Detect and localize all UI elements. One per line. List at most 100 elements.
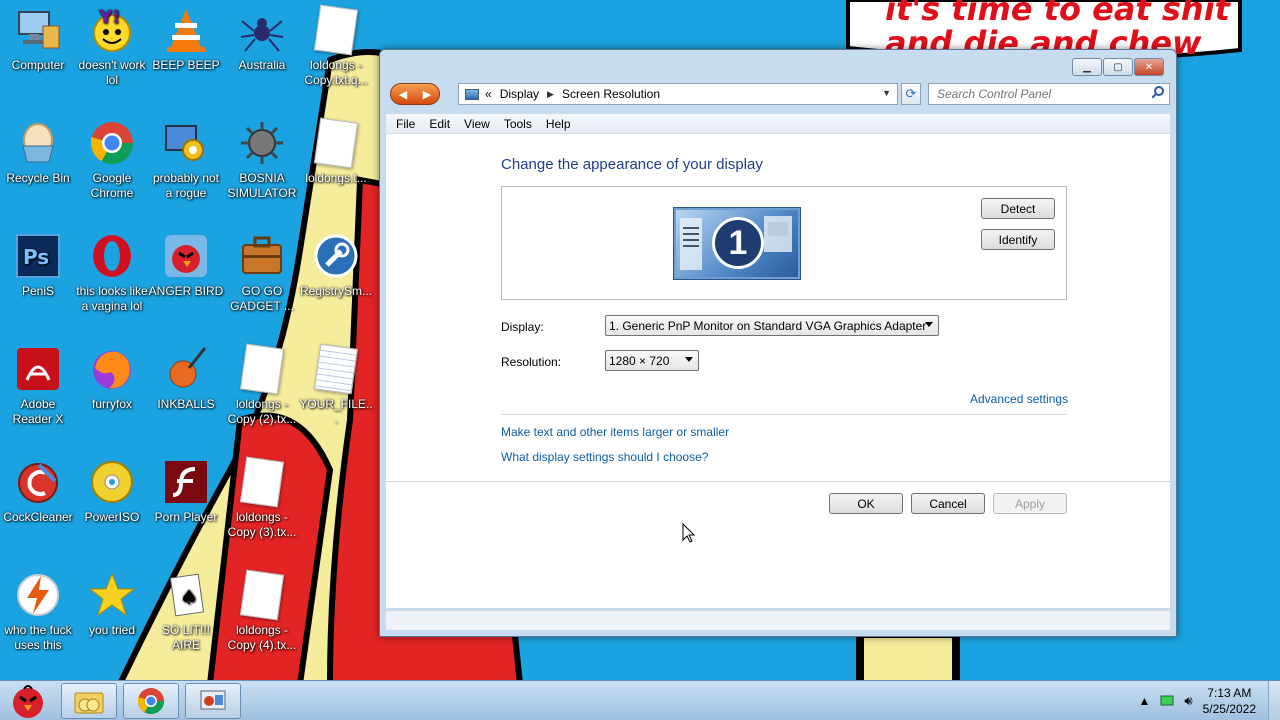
desktop-icon-label: loldongs - Copy (4).tx... [227, 623, 297, 652]
desktop-icon-so-lit[interactable]: ♠ SO LIT!!! AIRE [148, 571, 224, 653]
status-bar [386, 610, 1170, 630]
desktop-icon-your-file[interactable]: YOUR_FILE... [298, 343, 374, 427]
display-arrangement-box: 1 Detect Identify [501, 186, 1067, 300]
desktop-icon-yahoo[interactable]: Y! doesn't work lol [74, 6, 150, 88]
advanced-settings-link[interactable]: Advanced settings [970, 392, 1068, 406]
desktop-icon-adobe-reader[interactable]: Adobe Reader X [0, 345, 76, 427]
svg-text:Ps: Ps [23, 245, 49, 269]
desktop-icon-rogue[interactable]: probably not a rogue [148, 119, 224, 201]
disc-icon [88, 458, 136, 506]
svg-text:Y!: Y! [98, 7, 120, 28]
chevron-down-icon [685, 357, 693, 362]
breadcrumb-prefix[interactable]: « [485, 87, 492, 101]
desktop-icon-australia[interactable]: Australia [224, 6, 300, 73]
breadcrumb-display[interactable]: Display [500, 87, 539, 101]
identify-button[interactable]: Identify [981, 229, 1055, 250]
search-input[interactable] [928, 83, 1170, 105]
desktop-icon-anger-bird[interactable]: ANGER BIRD [148, 232, 224, 299]
desktop-icon-label: Adobe Reader X [12, 397, 64, 426]
desktop-icon-txt-file[interactable]: loldongs - Copy (4).tx... [224, 569, 300, 653]
search-icon[interactable] [1152, 86, 1164, 98]
text-document-icon [312, 117, 360, 169]
angry-bird-icon [162, 232, 210, 280]
breadcrumb-screen-resolution[interactable]: Screen Resolution [562, 87, 660, 101]
address-bar[interactable]: « Display ▶ Screen Resolution ▼ [458, 83, 898, 105]
ccleaner-icon [14, 458, 62, 506]
menu-file[interactable]: File [396, 117, 415, 131]
back-arrow-icon[interactable]: ◀ [399, 88, 407, 101]
desktop-icon-furryfox[interactable]: furryfox [74, 345, 150, 412]
display-select[interactable]: 1. Generic PnP Monitor on Standard VGA G… [605, 315, 939, 336]
start-button[interactable] [2, 682, 54, 720]
gear-monitor-icon [162, 119, 210, 167]
taskbar-control-panel[interactable] [185, 683, 241, 719]
flash-player-icon [162, 458, 210, 506]
chevron-down-icon [925, 322, 933, 327]
maximize-button[interactable]: ▢ [1103, 58, 1133, 76]
network-icon[interactable] [1160, 695, 1174, 707]
menu-tools[interactable]: Tools [504, 117, 532, 131]
ok-button[interactable]: OK [829, 493, 903, 514]
desktop-icon-label: loldongs - Copy.txt.q... [304, 58, 368, 87]
taskbar-google-chrome[interactable] [123, 683, 179, 719]
desktop-icon-cockcleaner[interactable]: CockCleaner [0, 458, 76, 525]
desktop-icon-opera[interactable]: this looks like a vagina lol [74, 232, 150, 314]
menu-view[interactable]: View [464, 117, 490, 131]
resolution-select-value: 1280 × 720 [609, 353, 670, 368]
clock[interactable]: 7:13 AM 5/25/2022 [1203, 685, 1256, 717]
desktop-icon-label: loldongs - Copy (2).tx... [227, 397, 297, 426]
window-icon [764, 216, 792, 252]
desktop-icon-label: PeniS [21, 284, 55, 298]
minimize-button[interactable]: ▁ [1072, 58, 1102, 76]
show-hidden-icons-icon[interactable]: ▲ [1139, 694, 1151, 708]
clock-time: 7:13 AM [1207, 686, 1252, 700]
desktop-icon-porn-player[interactable]: Porn Player [148, 458, 224, 525]
desktop-icon-vlc[interactable]: BEEP BEEP [148, 6, 224, 73]
desktop-icon-who-uses-this[interactable]: who the fuck uses this [0, 571, 76, 653]
refresh-icon: ⟳ [905, 86, 917, 101]
show-desktop-button[interactable] [1268, 681, 1280, 720]
close-icon: ✕ [1144, 61, 1154, 73]
desktop-icon-you-tried[interactable]: you tried [74, 571, 150, 638]
desktop-icon-txt-file[interactable]: loldongs - Copy.txt.q... [298, 4, 374, 88]
close-button[interactable]: ✕ [1134, 58, 1164, 76]
desktop-icon-go-go-gadget[interactable]: GO GO GADGET ... [224, 232, 300, 314]
desktop-icon-txt-file[interactable]: loldongs - Copy (2).tx... [224, 343, 300, 427]
taskbar: ▲ 🔊︎ 7:13 AM 5/25/2022 [0, 680, 1280, 720]
volume-icon[interactable]: 🔊︎ [1184, 693, 1192, 709]
desktop-icon-google-chrome[interactable]: Google Chrome [74, 119, 150, 201]
menu-edit[interactable]: Edit [429, 117, 450, 131]
text-size-link[interactable]: Make text and other items larger or smal… [501, 425, 729, 439]
desktop-icon-inkballs[interactable]: INKBALLS [148, 345, 224, 412]
apply-button[interactable]: Apply [993, 493, 1067, 514]
desktop-icon-txt-file[interactable]: loldongs - Copy (3).tx... [224, 456, 300, 540]
address-dropdown-icon[interactable]: ▼ [882, 88, 891, 98]
desktop-icon-recycle-bin[interactable]: Recycle Bin [0, 119, 76, 186]
desktop-icon-label: Porn Player [154, 510, 218, 524]
taskbar-file-explorer[interactable] [61, 683, 117, 719]
control-panel-icon [465, 88, 479, 100]
display-select-value: 1. Generic PnP Monitor on Standard VGA G… [609, 318, 927, 333]
desktop-icon-poweriso[interactable]: PowerISO [74, 458, 150, 525]
text-document-icon [238, 569, 286, 621]
divider [501, 414, 1067, 415]
forward-arrow-icon[interactable]: ▶ [423, 88, 431, 101]
monitor-1-graphic[interactable]: 1 [674, 208, 800, 279]
desktop-icon-txt-file[interactable]: loldongs.t... [298, 117, 374, 186]
back-forward-buttons[interactable]: ◀ ▶ [390, 83, 440, 105]
desktop-icon-computer[interactable]: Computer [0, 6, 76, 73]
display-label: Display: [501, 320, 544, 334]
menu-help[interactable]: Help [546, 117, 571, 131]
detect-button[interactable]: Detect [981, 198, 1055, 219]
breadcrumb-separator-icon[interactable]: ▶ [547, 89, 554, 100]
cancel-button[interactable]: Cancel [911, 493, 985, 514]
window-icon [680, 218, 702, 270]
desktop-icon-label: this looks like a vagina lol [76, 284, 148, 313]
text-document-icon [312, 4, 360, 56]
desktop-icon-bosnia[interactable]: BOSNIA SIMULATOR [224, 119, 300, 201]
resolution-select[interactable]: 1280 × 720 [605, 350, 699, 371]
desktop-icon-registry[interactable]: RegistrySm... [298, 232, 374, 299]
desktop-icon-photoshop[interactable]: Ps PeniS [0, 232, 76, 299]
refresh-button[interactable]: ⟳ [901, 83, 921, 105]
display-help-link[interactable]: What display settings should I choose? [501, 450, 708, 464]
